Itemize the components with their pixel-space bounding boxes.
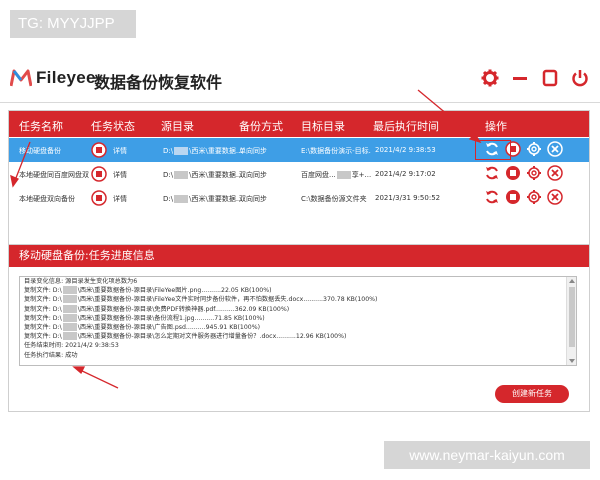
- highlight-box: [475, 140, 511, 160]
- stop-task-button[interactable]: [504, 164, 522, 182]
- log-line: 复制文件: D:\ \西米\重要数据备份-源目录\FileYee文件实时同步备份软…: [24, 295, 378, 304]
- col-actions: 操作: [485, 120, 507, 133]
- col-task-status: 任务状态: [91, 120, 135, 133]
- settings-button[interactable]: [480, 68, 500, 88]
- task-settings-button[interactable]: [525, 188, 543, 206]
- log-line: 复制文件: D:\ \西米\重要数据备份-源目录\免费PDF转换神器.pdf...…: [24, 304, 290, 313]
- task-name: 本地硬盘双向备份: [19, 195, 75, 203]
- log-line: 复制文件: D:\ \西米\重要数据备份-源目录\备份流程1.jpg.......…: [24, 313, 265, 322]
- refresh-icon: [486, 166, 498, 180]
- gear-icon: [481, 69, 499, 87]
- delete-button[interactable]: [546, 140, 564, 158]
- stop-icon[interactable]: [91, 190, 107, 206]
- title-divider: [0, 102, 600, 103]
- run-button[interactable]: [483, 164, 501, 182]
- source-dir: D:\ \西米\重要数据...: [163, 147, 243, 155]
- detail-link[interactable]: 详情: [113, 170, 127, 180]
- progress-log[interactable]: 目录变化信息: 源目录发生变化项总数为6 复制文件: D:\ \西米\重要数据备份…: [19, 276, 577, 366]
- col-backup-mode: 备份方式: [239, 120, 283, 133]
- target-dir: E:\数据备份演示-目标...: [301, 147, 371, 155]
- log-line: 复制文件: D:\ \西米\重要数据备份-源目录\FileYee图片.png...…: [24, 286, 272, 295]
- log-line: 复制文件: D:\ \西米\重要数据备份-源目录\怎么定期对文件服务器进行增量备份…: [24, 332, 347, 341]
- restore-icon: [542, 69, 558, 87]
- close-icon: [547, 165, 563, 181]
- progress-panel: 移动硬盘备份:任务进度信息 目录变化信息: 源目录发生变化项总数为6 复制文件:…: [8, 244, 590, 412]
- task-name: 本地硬盘同百度网盘双向...: [19, 171, 89, 179]
- app-window: Fileyee 数据备份恢复软件 任务名称 任务状态 源目录 备份方式 目标目录…: [0, 58, 600, 414]
- backup-mode: 双向同步: [239, 171, 267, 179]
- source-dir: D:\ \西米\重要数据...: [163, 195, 243, 203]
- table-row[interactable]: 本地硬盘同百度网盘双向... 详情 D:\\西米\重要数据... 双向同步 百度…: [9, 162, 589, 186]
- power-button[interactable]: [570, 68, 590, 88]
- backup-mode: 单向同步: [239, 147, 267, 155]
- scroll-thumb[interactable]: [569, 287, 575, 347]
- log-line: 目录变化信息: 源目录发生变化项总数为6: [24, 278, 138, 285]
- restore-button[interactable]: [540, 68, 560, 88]
- refresh-icon: [486, 190, 498, 204]
- progress-panel-title: 移动硬盘备份:任务进度信息: [9, 245, 589, 267]
- scroll-down-icon[interactable]: [569, 359, 575, 363]
- stop-icon[interactable]: [91, 142, 107, 158]
- stop-task-button[interactable]: [504, 188, 522, 206]
- target-dir: 百度网盘... 享+...: [301, 171, 372, 179]
- task-table-header: 任务名称 任务状态 源目录 备份方式 目标目录 最后执行时间 操作: [9, 111, 589, 137]
- gear-icon: [527, 190, 541, 204]
- detail-link[interactable]: 详情: [113, 146, 127, 156]
- col-target-dir: 目标目录: [301, 120, 345, 133]
- col-source-dir: 源目录: [161, 120, 194, 133]
- minimize-icon: [513, 77, 527, 80]
- log-line: 复制文件: D:\ \西米\重要数据备份-源目录\广告图.psd.........…: [24, 323, 261, 332]
- watermark-bottom: www.neymar-kaiyun.com: [384, 441, 590, 469]
- gear-icon: [527, 166, 541, 180]
- source-dir: D:\ \西米\重要数据...: [163, 171, 243, 179]
- stop-icon: [506, 166, 520, 180]
- gear-icon: [527, 142, 541, 156]
- last-run-time: 2021/4/2 9:17:02: [375, 170, 436, 178]
- last-run-time: 2021/3/31 9:50:52: [375, 194, 441, 202]
- detail-link[interactable]: 详情: [113, 194, 127, 204]
- stop-icon[interactable]: [91, 166, 107, 182]
- target-dir: C:\数据备份源文件夹: [301, 195, 367, 203]
- stop-icon: [506, 190, 520, 204]
- power-icon: [572, 70, 588, 87]
- run-button[interactable]: [483, 188, 501, 206]
- fileyee-logo-icon: [10, 69, 32, 87]
- brand-name: Fileyee: [36, 68, 96, 87]
- watermark-top: TG: MYYJJPP: [10, 10, 136, 38]
- title-bar: Fileyee 数据备份恢复软件: [0, 58, 600, 100]
- task-settings-button[interactable]: [525, 140, 543, 158]
- task-settings-button[interactable]: [525, 164, 543, 182]
- logo: Fileyee: [10, 68, 96, 88]
- delete-button[interactable]: [546, 164, 564, 182]
- task-name: 移动硬盘备份: [19, 147, 61, 155]
- minimize-button[interactable]: [510, 68, 530, 88]
- table-row[interactable]: 移动硬盘备份 详情 D:\ \西米\重要数据... 单向同步 E:\数据备份演示-…: [9, 138, 589, 162]
- create-task-button[interactable]: 创建新任务: [495, 385, 569, 403]
- table-row[interactable]: 本地硬盘双向备份 详情 D:\ \西米\重要数据... 双向同步 C:\数据备份源…: [9, 186, 589, 210]
- last-run-time: 2021/4/2 9:38:53: [375, 146, 436, 154]
- log-line: 任务结束时间: 2021/4/2 9:38:53: [24, 342, 119, 350]
- app-title: 数据备份恢复软件: [94, 73, 223, 92]
- delete-button[interactable]: [546, 188, 564, 206]
- scroll-up-icon[interactable]: [569, 279, 575, 283]
- close-icon: [547, 141, 563, 157]
- close-icon: [547, 189, 563, 205]
- col-last-run: 最后执行时间: [373, 120, 439, 133]
- backup-mode: 双向同步: [239, 195, 267, 203]
- log-scrollbar[interactable]: [566, 277, 576, 365]
- col-task-name: 任务名称: [19, 120, 63, 133]
- log-line: 任务执行结果: 成功: [24, 351, 78, 359]
